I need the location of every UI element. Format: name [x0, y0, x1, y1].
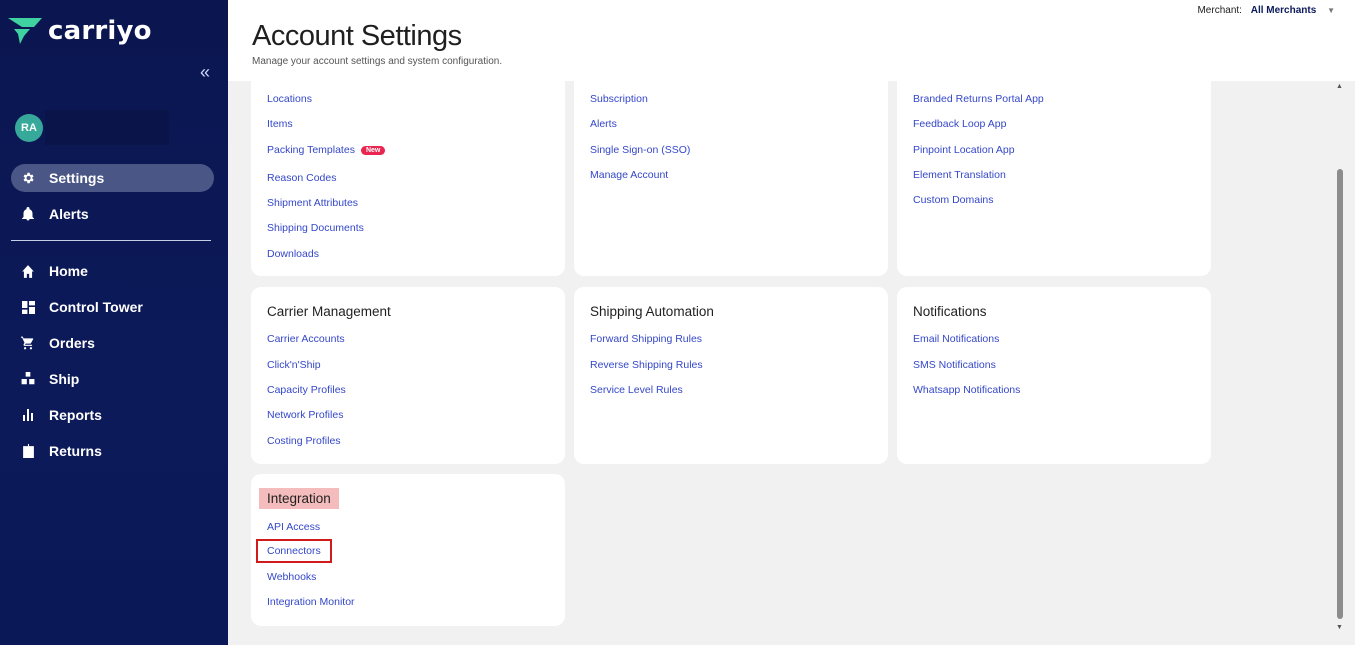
card-general-settings: Locations Items Packing Templates New Rea…: [251, 72, 565, 276]
sidebar-item-returns[interactable]: Returns: [11, 437, 214, 465]
sidebar-item-reports[interactable]: Reports: [11, 401, 214, 429]
sidebar-item-label: Alerts: [49, 206, 89, 222]
sidebar-item-alerts[interactable]: Alerts: [11, 200, 214, 228]
carriyo-logo-icon: [8, 18, 42, 44]
bell-icon: [20, 206, 36, 222]
vertical-scrollbar[interactable]: ▲ ▼: [1333, 81, 1347, 645]
card-shipping-automation: Shipping Automation Forward Shipping Rul…: [574, 287, 888, 464]
sidebar-item-home[interactable]: Home: [11, 257, 214, 285]
brand-name: carriyo: [48, 16, 152, 46]
link-reverse-shipping-rules[interactable]: Reverse Shipping Rules: [590, 359, 703, 371]
link-custom-domains[interactable]: Custom Domains: [913, 194, 994, 206]
link-element-translation[interactable]: Element Translation: [913, 169, 1006, 181]
link-manage-account[interactable]: Manage Account: [590, 169, 668, 181]
sidebar-item-label: Returns: [49, 443, 102, 459]
sidebar-item-label: Orders: [49, 335, 95, 351]
cart-icon: [20, 335, 36, 351]
sidebar-divider: [11, 240, 211, 241]
link-api-access[interactable]: API Access: [267, 521, 320, 533]
gear-icon: [20, 170, 36, 186]
link-carrier-accounts[interactable]: Carrier Accounts: [267, 333, 345, 345]
sidebar-item-label: Home: [49, 263, 88, 279]
scroll-up-icon[interactable]: ▲: [1336, 83, 1343, 90]
card-notifications: Notifications Email Notifications SMS No…: [897, 287, 1211, 464]
dashboard-icon: [20, 299, 36, 315]
card-apps: Branded Returns Portal App Feedback Loop…: [897, 72, 1211, 276]
link-shipment-attributes[interactable]: Shipment Attributes: [267, 197, 358, 209]
link-forward-shipping-rules[interactable]: Forward Shipping Rules: [590, 333, 702, 345]
link-downloads[interactable]: Downloads: [267, 248, 319, 260]
sidebar-item-label: Reports: [49, 407, 102, 423]
link-service-level-rules[interactable]: Service Level Rules: [590, 384, 683, 396]
link-click-n-ship[interactable]: Click'n'Ship: [267, 359, 321, 371]
link-capacity-profiles[interactable]: Capacity Profiles: [267, 384, 346, 396]
boxes-icon: [20, 371, 36, 387]
link-email-notifications[interactable]: Email Notifications: [913, 333, 999, 345]
link-webhooks[interactable]: Webhooks: [267, 571, 316, 583]
merchant-value: All Merchants: [1250, 5, 1317, 16]
sidebar-item-control-tower[interactable]: Control Tower: [11, 293, 214, 321]
new-badge: New: [360, 146, 386, 155]
link-items[interactable]: Items: [267, 118, 293, 130]
link-sso[interactable]: Single Sign-on (SSO): [590, 144, 690, 156]
link-reason-codes[interactable]: Reason Codes: [267, 172, 336, 184]
carriyo-logo[interactable]: carriyo: [8, 16, 152, 46]
avatar: RA: [15, 113, 43, 142]
merchant-selector-overlay[interactable]: Merchant: All Merchants ▼: [1197, 5, 1335, 16]
bar-chart-icon: [20, 407, 36, 423]
link-whatsapp-notifications[interactable]: Whatsapp Notifications: [913, 384, 1020, 396]
home-icon: [20, 263, 36, 279]
merchant-label: Merchant:: [1197, 5, 1242, 16]
chevron-down-icon: ▼: [1327, 6, 1335, 15]
card-carrier-management: Carrier Management Carrier Accounts Clic…: [251, 287, 565, 464]
card-title: Shipping Automation: [590, 304, 714, 319]
link-integration-monitor[interactable]: Integration Monitor: [267, 596, 355, 608]
scroll-down-icon[interactable]: ▼: [1336, 624, 1343, 631]
link-alerts[interactable]: Alerts: [590, 118, 617, 130]
card-account: Subscription Alerts Single Sign-on (SSO)…: [574, 72, 888, 276]
card-title: Notifications: [913, 304, 987, 319]
link-branded-returns-portal[interactable]: Branded Returns Portal App: [913, 93, 1044, 105]
sidebar-item-label: Ship: [49, 371, 80, 387]
sidebar-item-label: Control Tower: [49, 299, 143, 315]
link-packing-templates[interactable]: Packing Templates: [267, 144, 355, 156]
sidebar-item-settings[interactable]: Settings: [11, 164, 214, 192]
card-title: Carrier Management: [267, 304, 391, 319]
sidebar-item-orders[interactable]: Orders: [11, 329, 214, 357]
card-title: Integration: [259, 488, 339, 509]
collapse-sidebar-icon[interactable]: «: [200, 62, 210, 83]
user-name-redacted: [45, 110, 169, 145]
return-box-icon: [20, 443, 36, 459]
page-title-overlay: Account Settings: [252, 20, 462, 52]
page-subtitle-overlay: Manage your account settings and system …: [252, 56, 503, 67]
link-sms-notifications[interactable]: SMS Notifications: [913, 359, 996, 371]
link-packing-templates-wrap[interactable]: Packing Templates New: [267, 144, 386, 156]
scroll-thumb[interactable]: [1337, 169, 1343, 619]
link-pinpoint-location[interactable]: Pinpoint Location App: [913, 144, 1015, 156]
link-subscription[interactable]: Subscription: [590, 93, 648, 105]
link-costing-profiles[interactable]: Costing Profiles: [267, 435, 341, 447]
sidebar-item-ship[interactable]: Ship: [11, 365, 214, 393]
link-shipping-documents[interactable]: Shipping Documents: [267, 222, 364, 234]
link-locations[interactable]: Locations: [267, 93, 312, 105]
sidebar: carriyo « RA Settings Alerts Home Contro…: [0, 0, 228, 645]
card-integration: Integration API Access Connectors Webhoo…: [251, 474, 565, 626]
link-connectors[interactable]: Connectors: [256, 539, 332, 563]
sidebar-item-label: Settings: [49, 170, 105, 186]
link-network-profiles[interactable]: Network Profiles: [267, 409, 343, 421]
user-profile[interactable]: RA: [15, 110, 169, 145]
link-feedback-loop[interactable]: Feedback Loop App: [913, 118, 1006, 130]
